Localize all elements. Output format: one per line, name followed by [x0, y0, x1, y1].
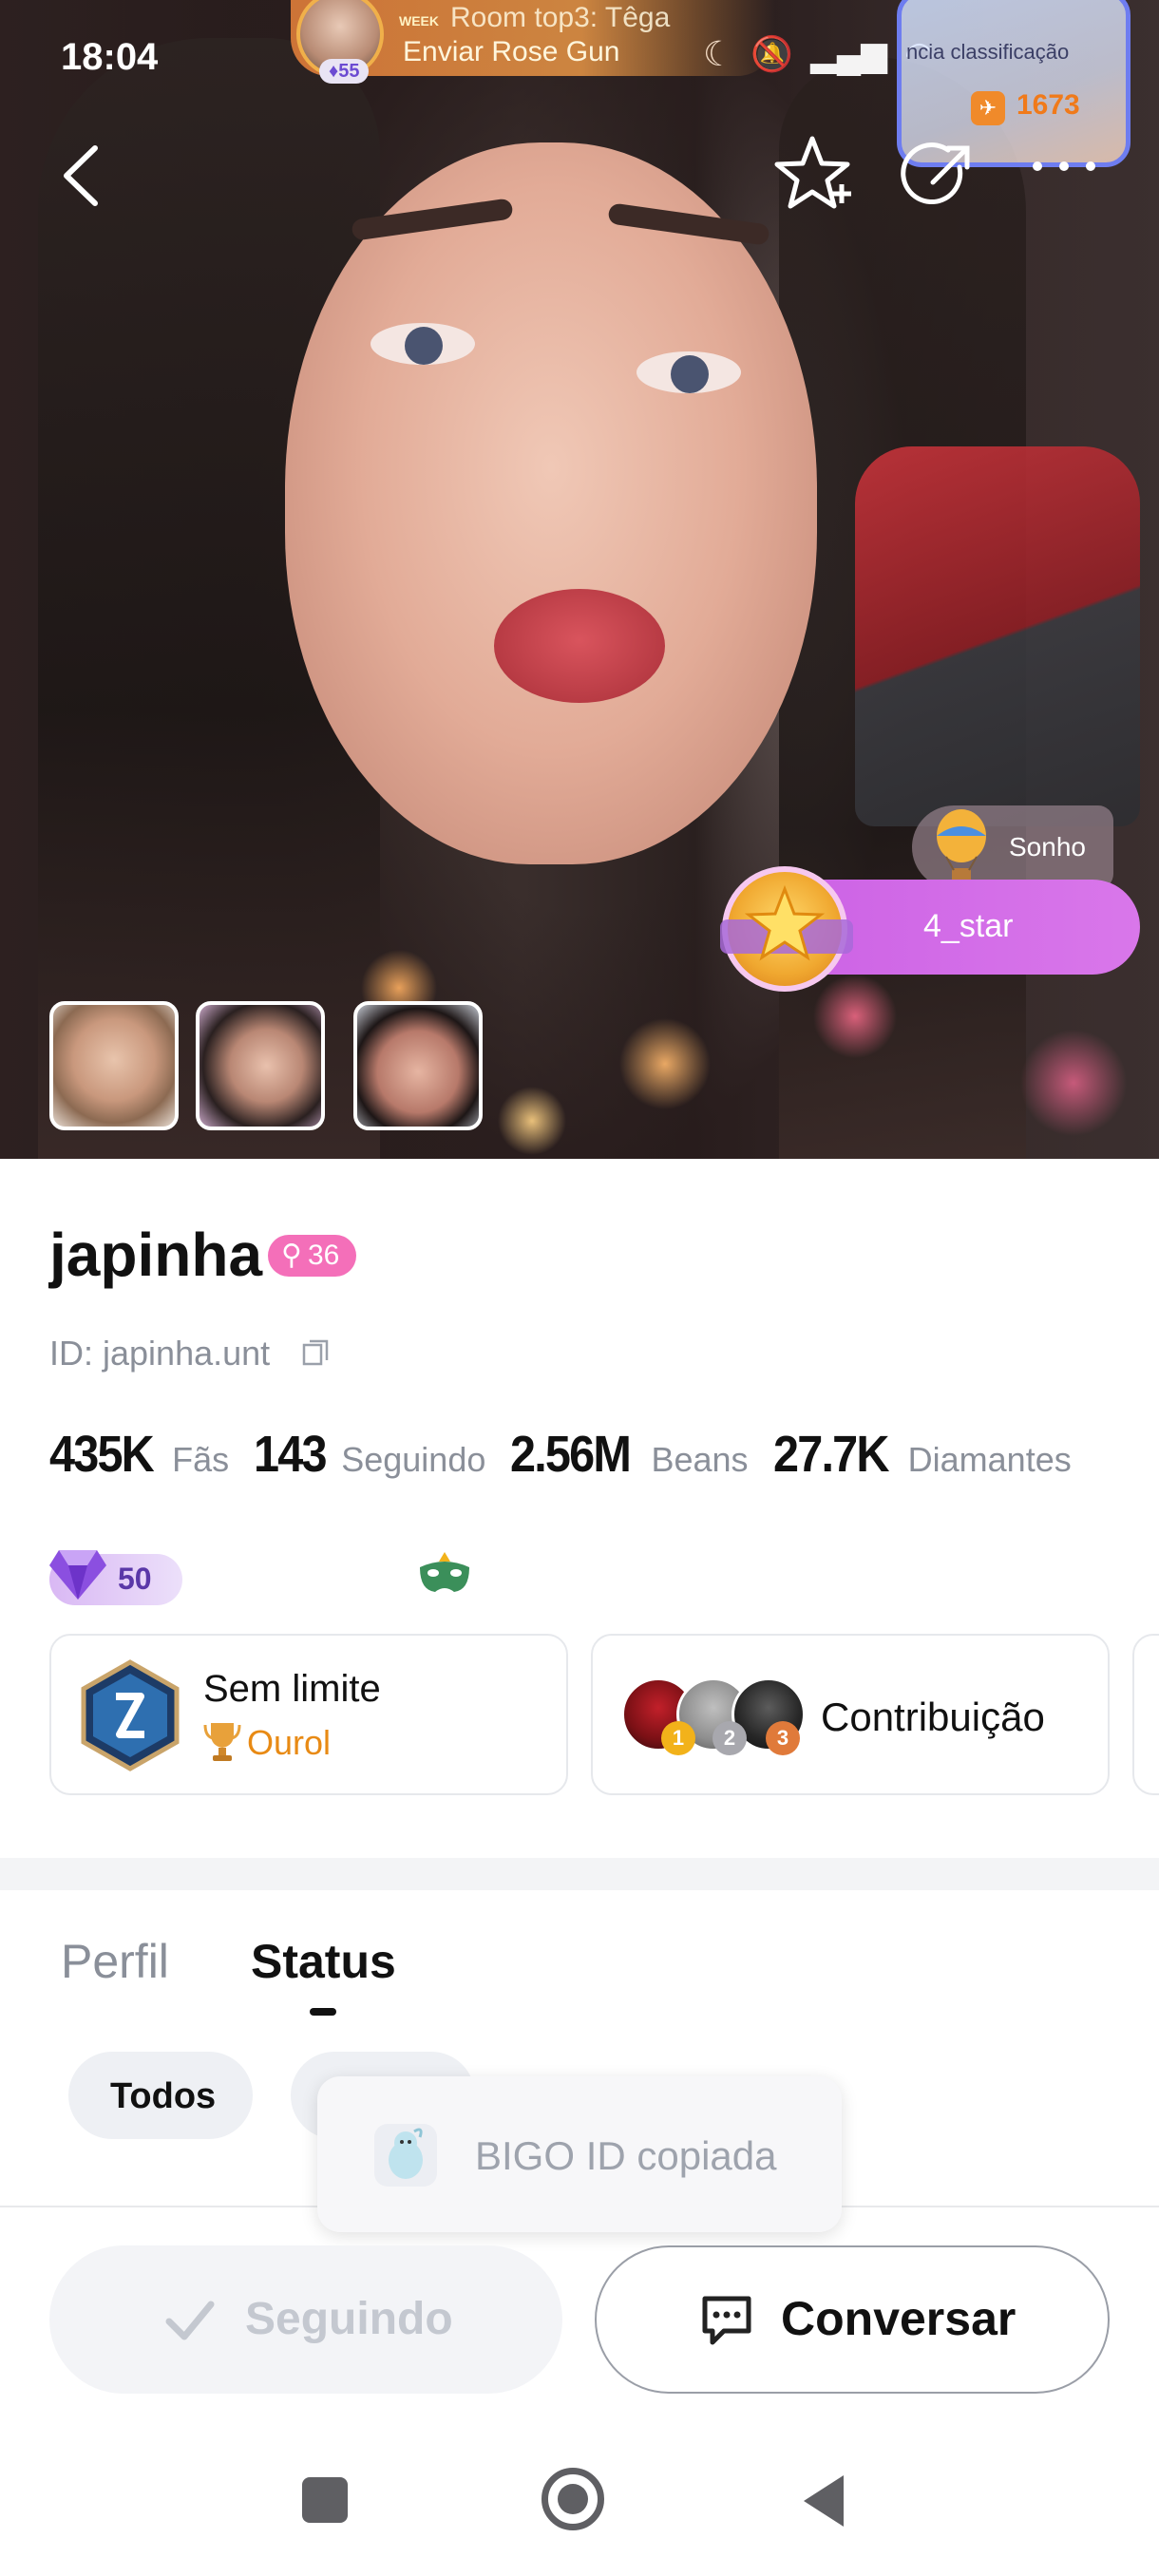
fans-label: Fãs: [172, 1440, 230, 1479]
user-level-icon: ⚲: [281, 1240, 302, 1271]
next-card-peek[interactable]: [1132, 1634, 1159, 1795]
fans-count[interactable]: 435K: [49, 1425, 155, 1484]
photo-thumbnail-2[interactable]: [196, 1001, 325, 1130]
more-options-icon[interactable]: [1028, 152, 1100, 180]
status-time: 18:04: [61, 36, 159, 78]
beans-label: Beans: [651, 1440, 749, 1479]
photo-chair: [855, 446, 1140, 826]
following-label: Seguindo: [341, 1440, 486, 1479]
copy-icon[interactable]: [300, 1335, 332, 1368]
photo-eye-right: [636, 351, 741, 393]
check-icon: [165, 2301, 215, 2340]
profile-name: japinha: [49, 1221, 263, 1289]
following-button-label: Seguindo: [245, 2294, 453, 2344]
contributor-rank-3: 3: [766, 1721, 800, 1755]
section-divider: [0, 1858, 1159, 1890]
ranking-card-label: ncia classificação: [906, 40, 1070, 64]
purple-diamond-icon: [49, 1550, 106, 1600]
room-host-level-value: 55: [338, 61, 360, 82]
tab-status[interactable]: Status: [251, 1934, 396, 1989]
photo-lips: [494, 589, 665, 703]
week-tag: WEEK: [399, 13, 439, 28]
contributor-rank-1: 1: [661, 1721, 695, 1755]
user-level-badge: ⚲ 36: [268, 1235, 357, 1277]
favorite-star-icon[interactable]: [771, 133, 853, 215]
photo-thumbnail-3[interactable]: [353, 1001, 483, 1130]
photo-thumbnail-1[interactable]: [49, 1001, 179, 1130]
following-count[interactable]: 143: [254, 1425, 328, 1484]
gold-trophy-icon: [203, 1723, 241, 1761]
user-level-value: 36: [307, 1240, 340, 1271]
profile-photo[interactable]: [0, 0, 1159, 1159]
user-id[interactable]: ID: japinha.unt: [49, 1334, 270, 1373]
back-icon[interactable]: [57, 142, 104, 209]
photo-eye-left: [370, 323, 475, 365]
sem-limite-title: Sem limite: [203, 1668, 381, 1710]
tab-active-indicator: [310, 2008, 336, 2016]
toast-message: BIGO ID copiada: [475, 2133, 777, 2178]
share-icon[interactable]: [901, 139, 977, 215]
ranking-card-value: 1673: [1016, 89, 1080, 121]
bigo-mascot-icon: [374, 2124, 437, 2187]
tab-perfil[interactable]: Perfil: [61, 1934, 169, 1989]
sem-limite-badge-icon: [81, 1659, 180, 1771]
mask-icon[interactable]: [416, 1552, 473, 1601]
room-banner-line1: Room top3: Têga: [450, 2, 671, 33]
plane-icon: ✈: [971, 91, 1005, 125]
room-host-level: ♦55: [319, 59, 370, 84]
chat-bubble-icon: [702, 2296, 751, 2345]
nav-back-icon[interactable]: [800, 2473, 847, 2529]
photo-face: [285, 142, 817, 864]
stats-row: 435K Fãs 143 Seguindo 2.56M Beans 27.7K …: [49, 1425, 1096, 1484]
contributor-rank-2: 2: [712, 1721, 747, 1755]
star-icon: [745, 884, 825, 961]
room-banner-line2: Enviar Rose Gun: [403, 36, 620, 67]
sonho-label: Sonho: [1009, 832, 1086, 862]
chat-button-label: Conversar: [781, 2292, 1016, 2345]
diamond-icon: ♦: [329, 61, 339, 82]
diamonds-label: Diamantes: [907, 1440, 1072, 1479]
beans-count[interactable]: 2.56M: [510, 1425, 632, 1484]
recent-apps-icon[interactable]: [302, 2477, 348, 2523]
signal-icon: ▂▄▆: [810, 34, 887, 73]
filter-chip-todos-label: Todos: [110, 2076, 217, 2116]
four-star-label: 4_star: [923, 908, 1014, 944]
contribution-label: Contribuição: [821, 1695, 1045, 1739]
diamonds-count[interactable]: 27.7K: [773, 1425, 889, 1484]
home-icon[interactable]: [542, 2468, 604, 2530]
gem-level-value: 50: [118, 1562, 152, 1596]
sem-limite-tier: Ourol: [247, 1723, 332, 1762]
balloon-icon: [937, 809, 986, 883]
